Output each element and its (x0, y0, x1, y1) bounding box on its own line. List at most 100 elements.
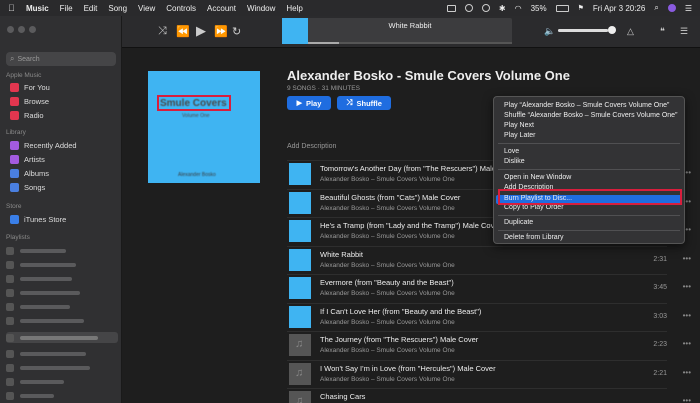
menu-item-open-new-window[interactable]: Open in New Window (504, 174, 571, 181)
airplay-icon[interactable]: △ (627, 26, 634, 37)
playlist-item-selected[interactable] (6, 332, 118, 343)
playlist-item[interactable] (6, 390, 118, 401)
section-header-store: Store (6, 203, 22, 210)
previous-icon[interactable]: ⏪ (176, 25, 190, 38)
sidebar-item-label: Radio (24, 111, 44, 120)
playlist-item[interactable] (6, 315, 118, 326)
flag-icon[interactable]: ⚑ (578, 4, 584, 12)
window-controls (7, 26, 36, 33)
track-artist: Alexander Bosko – Smule Covers Volume On… (320, 290, 455, 297)
track-row[interactable]: ♫ The Journey (from "The Rescuers") Male … (287, 331, 691, 358)
playlist-item[interactable] (6, 245, 118, 256)
shuffle-icon[interactable]: ⤨ (158, 25, 167, 38)
menu-item-play-next[interactable]: Play Next (504, 122, 534, 129)
menu-item-play-later[interactable]: Play Later (504, 132, 536, 139)
menu-edit[interactable]: Edit (84, 4, 98, 13)
next-icon[interactable]: ⏩ (214, 25, 228, 38)
sidebar-item-radio[interactable]: Radio (10, 110, 44, 121)
playlist-title: Alexander Bosko - Smule Covers Volume On… (287, 68, 570, 83)
heart-icon (10, 83, 19, 92)
menu-item-delete-from-library[interactable]: Delete from Library (504, 234, 564, 241)
playlist-item[interactable] (6, 259, 118, 270)
playlist-item[interactable] (6, 273, 118, 284)
track-row[interactable]: ♫ I Won't Say I'm in Love (from "Hercules… (287, 359, 691, 387)
battery-icon[interactable] (555, 4, 569, 12)
menu-item-dislike[interactable]: Dislike (504, 158, 525, 165)
lyrics-icon[interactable]: ❝ (660, 26, 665, 37)
volume-knob[interactable] (608, 26, 616, 34)
track-row[interactable]: White Rabbit Alexander Bosko – Smule Cove… (287, 245, 691, 273)
section-header-apple-music: Apple Music (6, 72, 42, 79)
section-header-playlists: Playlists (6, 234, 30, 241)
more-options-icon[interactable]: ••• (683, 254, 691, 263)
search-icon: ⌕ (10, 54, 15, 63)
menu-file[interactable]: File (60, 4, 73, 13)
menu-item-play-playlist[interactable]: Play “Alexander Bosko – Smule Covers Vol… (504, 102, 669, 109)
menu-controls[interactable]: Controls (166, 4, 196, 13)
menu-app-music[interactable]: Music (26, 4, 49, 13)
close-window-icon[interactable] (7, 26, 14, 33)
sidebar-item-label: Browse (24, 97, 50, 106)
more-options-icon[interactable]: ••• (683, 282, 691, 291)
zoom-window-icon[interactable] (29, 26, 36, 33)
now-playing-display[interactable]: White Rabbit (282, 18, 512, 44)
menu-item-copy-play-order[interactable]: Copy to Play Order (504, 204, 564, 211)
sidebar-item-itunes-store[interactable]: iTunes Store (10, 214, 66, 225)
track-artwork (289, 220, 311, 242)
menu-window[interactable]: Window (247, 4, 275, 13)
progress-bar[interactable] (308, 42, 512, 44)
menu-view[interactable]: View (138, 4, 155, 13)
screen-mirroring-icon[interactable] (446, 4, 456, 12)
wifi-icon[interactable]: ◠ (515, 4, 522, 13)
track-row[interactable]: If I Can't Love Her (from "Beauty and th… (287, 302, 691, 330)
time-machine-icon[interactable] (464, 4, 473, 12)
music-note-icon: ♫ (295, 395, 304, 403)
track-artwork: ♫ (289, 391, 311, 403)
menu-item-love[interactable]: Love (504, 148, 519, 155)
cast-icon[interactable] (481, 4, 490, 12)
search-input[interactable]: ⌕ Search (6, 52, 116, 66)
menu-item-duplicate[interactable]: Duplicate (504, 219, 533, 226)
star-icon (10, 215, 19, 224)
play-icon[interactable]: ▶ (196, 23, 206, 39)
menu-song[interactable]: Song (108, 4, 127, 13)
sidebar-item-albums[interactable]: Albums (10, 168, 49, 179)
more-options-icon[interactable]: ••• (683, 339, 691, 348)
track-row[interactable]: ♫ Chasing Cars ••• (287, 388, 691, 403)
apple-icon[interactable]:  (8, 3, 18, 13)
playlist-item[interactable] (6, 301, 118, 312)
sidebar-item-songs[interactable]: Songs (10, 182, 45, 193)
bluetooth-icon[interactable]: ✱ (499, 4, 506, 13)
more-options-icon[interactable]: ••• (683, 368, 691, 377)
up-next-icon[interactable]: ☰ (680, 26, 688, 37)
minimize-window-icon[interactable] (18, 26, 25, 33)
track-artist: Alexander Bosko – Smule Covers Volume On… (320, 176, 455, 183)
sidebar-item-artists[interactable]: Artists (10, 154, 45, 165)
menu-help[interactable]: Help (286, 4, 302, 13)
more-options-icon[interactable]: ••• (683, 396, 691, 403)
menu-item-shuffle-playlist[interactable]: Shuffle “Alexander Bosko – Smule Covers … (504, 112, 677, 119)
more-options-icon[interactable]: ••• (683, 311, 691, 320)
shuffle-button[interactable]: ⤨ Shuffle (337, 96, 391, 110)
playlist-item[interactable] (6, 362, 118, 373)
blurred-playlist-name (20, 248, 66, 253)
control-center-icon[interactable]: ☰ (685, 4, 692, 13)
add-description-link[interactable]: Add Description (287, 143, 336, 150)
sidebar-item-recently-added[interactable]: Recently Added (10, 140, 77, 151)
play-button-label: Play (305, 98, 322, 108)
playlist-item[interactable] (6, 287, 118, 298)
playlist-item[interactable] (6, 376, 118, 387)
menu-account[interactable]: Account (207, 4, 236, 13)
siri-icon[interactable] (667, 4, 676, 12)
sidebar-item-browse[interactable]: Browse (10, 96, 49, 107)
playlist-item[interactable] (6, 348, 118, 359)
blurred-playlist-name (20, 335, 98, 340)
playlist-icon (6, 316, 14, 325)
track-row[interactable]: Evermore (from "Beauty and the Beast") Al… (287, 274, 691, 301)
battery-percent: 35% (530, 3, 547, 13)
search-icon[interactable]: ⌕ (654, 3, 658, 13)
repeat-icon[interactable]: ↻ (232, 25, 241, 38)
play-button[interactable]: ▶ Play (287, 96, 331, 110)
clock[interactable]: Fri Apr 3 20:26 (593, 4, 645, 13)
sidebar-item-for-you[interactable]: For You (10, 82, 50, 93)
